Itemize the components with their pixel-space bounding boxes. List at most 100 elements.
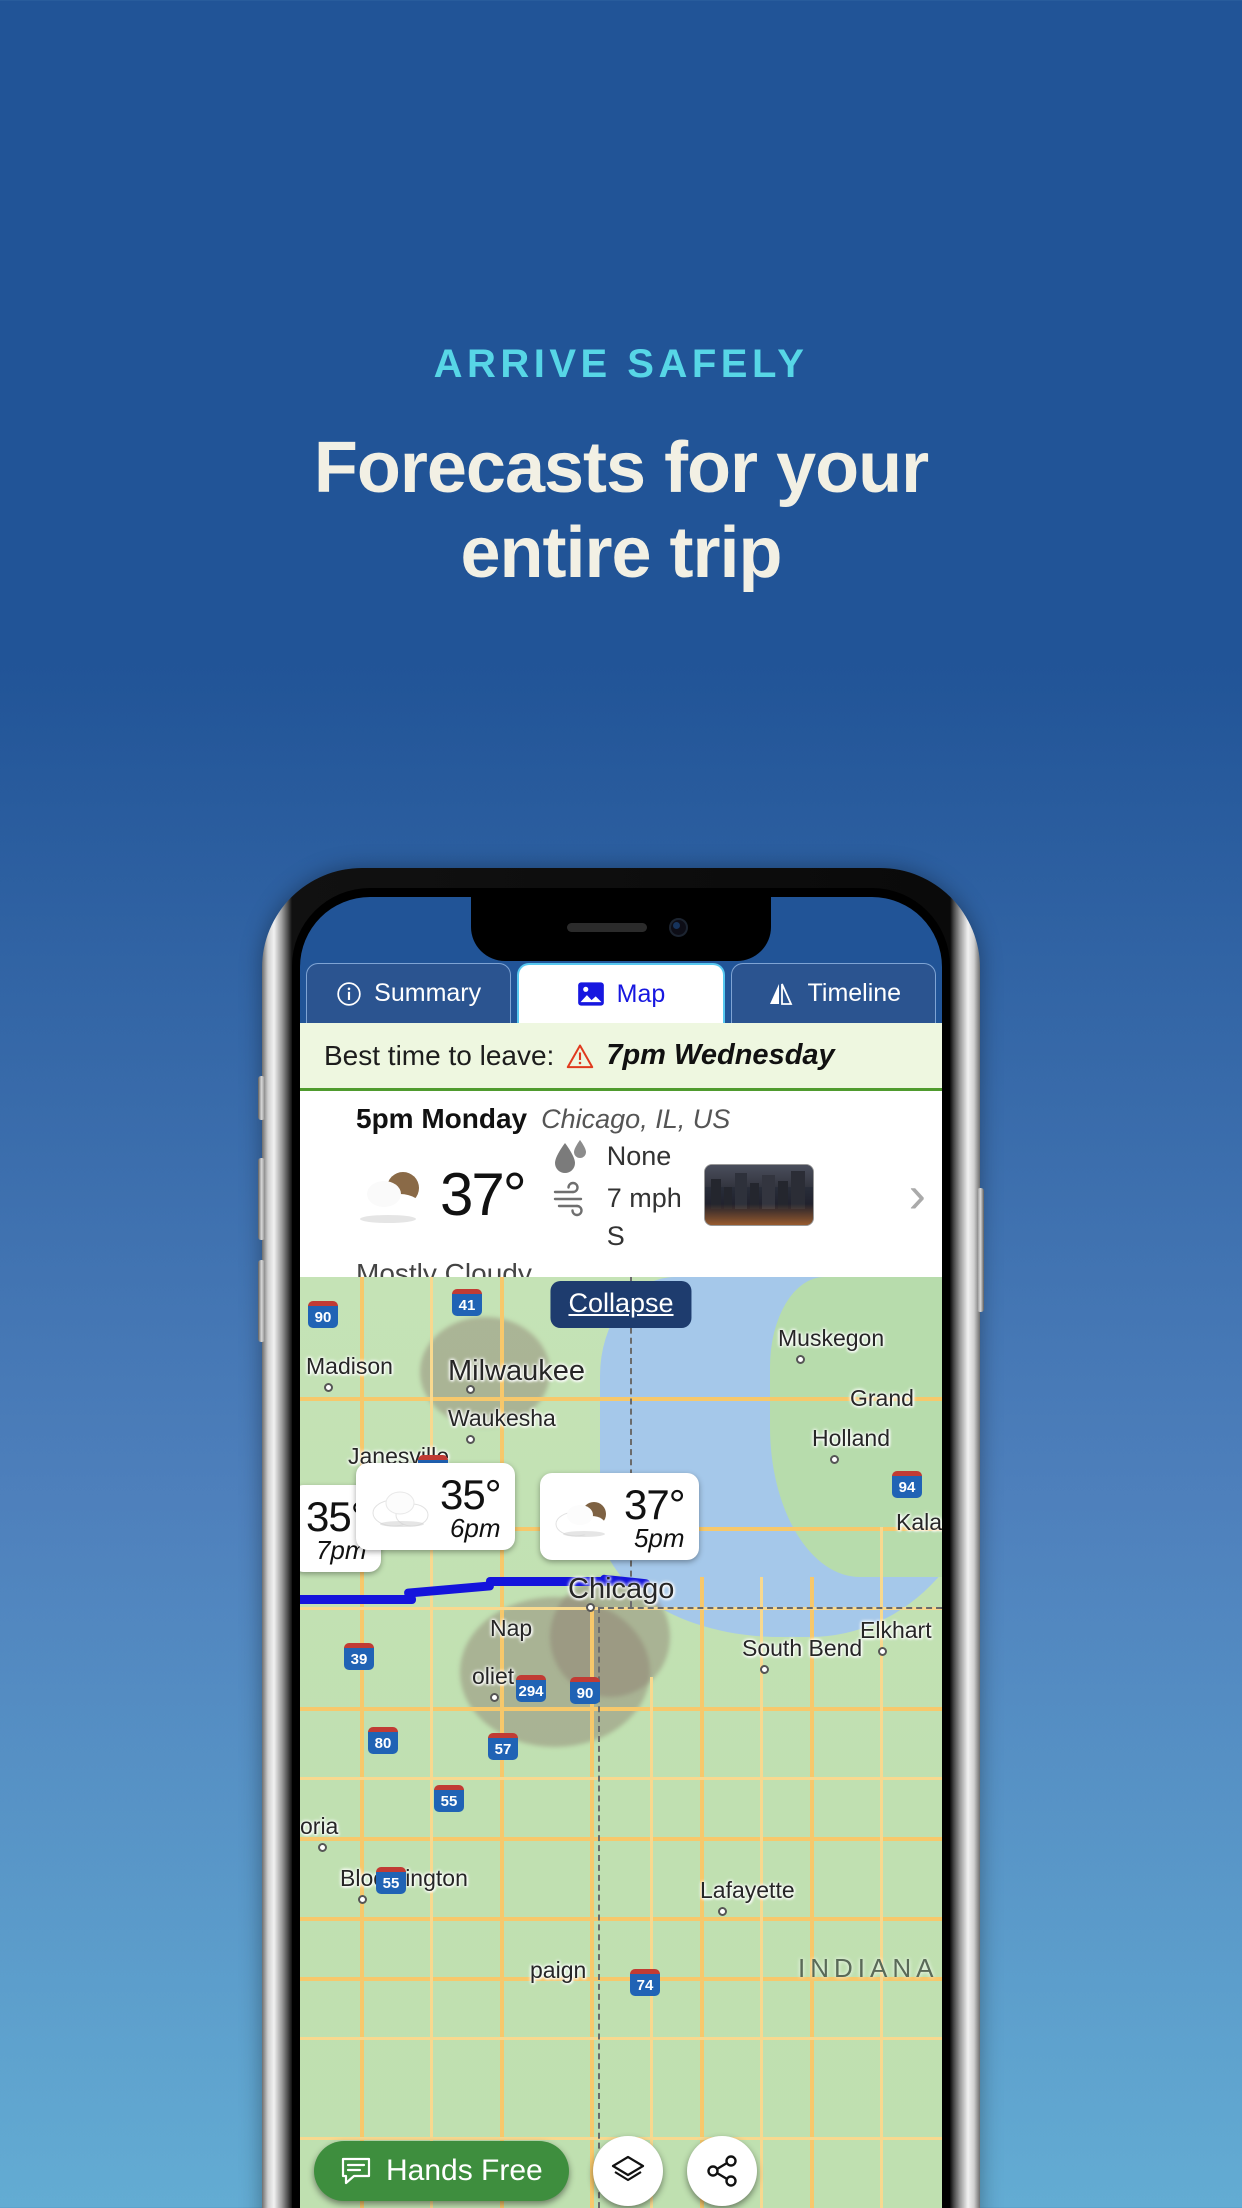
- hands-free-label: Hands Free: [386, 2154, 543, 2187]
- forecast-card[interactable]: 5pm Monday Chicago, IL, US 37° None 7 mp…: [300, 1091, 942, 1289]
- map-callout-6pm[interactable]: 35° 6pm: [356, 1463, 515, 1550]
- front-camera-icon: [669, 918, 688, 937]
- map-city-label: paign: [530, 1957, 587, 1983]
- phone-volume-up-button[interactable]: [258, 1158, 265, 1240]
- map-layers-button[interactable]: [592, 2136, 663, 2206]
- layers-icon: [610, 2153, 646, 2189]
- map-city-label: oliet: [472, 1663, 515, 1689]
- map-city-dot: [466, 1435, 475, 1444]
- share-button[interactable]: [686, 2136, 757, 2206]
- callout-time: 5pm: [633, 1523, 685, 1553]
- wind-metric: 7 mph: [549, 1179, 682, 1219]
- precipitation-value: None: [606, 1141, 672, 1172]
- map-city-label: oria: [300, 1813, 339, 1839]
- best-time-banner[interactable]: Best time to leave: 7pm Wednesday: [300, 1023, 942, 1091]
- phone-mockup: Summary Map Timeline Best time to leave:: [258, 868, 984, 2208]
- map-view[interactable]: Collapse 35° 7pm 35° 6pm 37° 5pm Madison…: [300, 1277, 942, 2208]
- timeline-icon: [766, 981, 796, 1007]
- highway-shield-icon: 90: [570, 1677, 600, 1704]
- map-city-dot: [796, 1355, 805, 1364]
- map-city-dot: [878, 1647, 887, 1656]
- promo-block: ARRIVE SAFELY Forecasts for your entire …: [0, 340, 1242, 596]
- map-road: [300, 1397, 942, 1401]
- forecast-card-body: 37° None 7 mph S ›: [300, 1135, 942, 1252]
- map-city-dot: [466, 1385, 475, 1394]
- promo-headline: Forecasts for your entire trip: [0, 426, 1242, 596]
- map-road: [430, 1277, 433, 2208]
- chevron-right-icon[interactable]: ›: [909, 1169, 926, 1221]
- map-city-label: Madison: [306, 1353, 393, 1379]
- wind-icon: [549, 1179, 593, 1219]
- map-road: [300, 1837, 942, 1841]
- map-road: [300, 2037, 942, 2040]
- forecast-time: 5pm Monday: [356, 1103, 528, 1134]
- callout-temperature: 35°: [440, 1471, 502, 1518]
- promo-headline-line-2: entire trip: [460, 512, 782, 593]
- map-city-label: Muskegon: [778, 1325, 885, 1351]
- phone-bezel: Summary Map Timeline Best time to leave:: [292, 888, 950, 2208]
- precipitation-metric: None: [549, 1137, 682, 1177]
- map-city-label: Chicago: [568, 1573, 675, 1605]
- highway-shield-icon: 80: [368, 1727, 398, 1754]
- highway-shield-icon: 39: [344, 1643, 374, 1670]
- raindrop-icon: [549, 1137, 593, 1177]
- highway-shield-icon: 294: [516, 1675, 546, 1702]
- tab-timeline-label: Timeline: [807, 979, 902, 1007]
- map-city-dot: [718, 1907, 727, 1916]
- cloudy-icon: [370, 1487, 432, 1529]
- forecast-location: Chicago, IL, US: [541, 1104, 731, 1134]
- highway-shield-icon: 55: [434, 1785, 464, 1812]
- map-city-label: Holland: [812, 1425, 890, 1451]
- phone-volume-down-button[interactable]: [258, 1260, 265, 1342]
- map-city-label: South Bend: [742, 1635, 863, 1661]
- message-icon: [340, 2156, 372, 2186]
- map-city-label: Grand: [850, 1385, 914, 1411]
- partly-cloudy-icon: [554, 1497, 616, 1539]
- tab-map[interactable]: Map: [517, 963, 725, 1023]
- map-road: [300, 1917, 942, 1921]
- map-city-dot: [318, 1843, 327, 1852]
- phone-mute-switch[interactable]: [258, 1076, 265, 1120]
- map-city-label: Kala: [896, 1509, 942, 1535]
- tab-summary[interactable]: Summary: [306, 963, 512, 1023]
- forecast-temperature: 37°: [440, 1161, 527, 1229]
- map-city-dot: [586, 1603, 595, 1612]
- callout-temperature: 37°: [624, 1481, 686, 1528]
- wind-direction-value: S: [606, 1221, 625, 1251]
- map-city-label: Waukesha: [448, 1405, 556, 1431]
- map-road: [650, 1677, 653, 2208]
- phone-screen: Summary Map Timeline Best time to leave:: [300, 897, 942, 2208]
- forecast-metrics: None 7 mph S: [549, 1137, 682, 1252]
- highway-shield-icon: 94: [892, 1471, 922, 1498]
- collapse-button[interactable]: Collapse: [550, 1281, 692, 1328]
- tab-summary-label: Summary: [374, 979, 482, 1007]
- map-city-dot: [324, 1383, 333, 1392]
- highway-shield-icon: 55: [376, 1867, 406, 1894]
- phone-power-button[interactable]: [977, 1188, 984, 1312]
- best-time-value: 7pm Wednesday: [606, 1039, 835, 1071]
- best-time-label: Best time to leave:: [324, 1039, 555, 1071]
- location-thumbnail[interactable]: [703, 1163, 814, 1226]
- warning-icon: [566, 1043, 594, 1069]
- map-city-label: Lafayette: [700, 1877, 795, 1903]
- map-city-label: Nap: [490, 1615, 533, 1641]
- partly-cloudy-icon: [348, 1164, 434, 1226]
- tab-map-label: Map: [616, 979, 666, 1008]
- wind-direction-metric: S: [549, 1221, 682, 1252]
- map-road: [300, 1777, 942, 1780]
- highway-shield-icon: 41: [452, 1289, 482, 1316]
- callout-time: 6pm: [449, 1513, 501, 1543]
- map-city-dot: [490, 1693, 499, 1702]
- map-road: [810, 1577, 814, 2208]
- map-road: [360, 1277, 364, 2208]
- map-city-dot: [358, 1895, 367, 1904]
- map-road: [300, 1707, 942, 1711]
- tab-bar: Summary Map Timeline: [300, 963, 942, 1023]
- map-callout-5pm[interactable]: 37° 5pm: [540, 1473, 699, 1560]
- share-icon: [705, 2154, 739, 2188]
- hands-free-button[interactable]: Hands Free: [314, 2141, 569, 2201]
- phone-notch: [471, 897, 771, 961]
- image-icon: [577, 981, 605, 1007]
- tab-timeline[interactable]: Timeline: [730, 963, 936, 1023]
- wind-value: 7 mph: [606, 1183, 682, 1214]
